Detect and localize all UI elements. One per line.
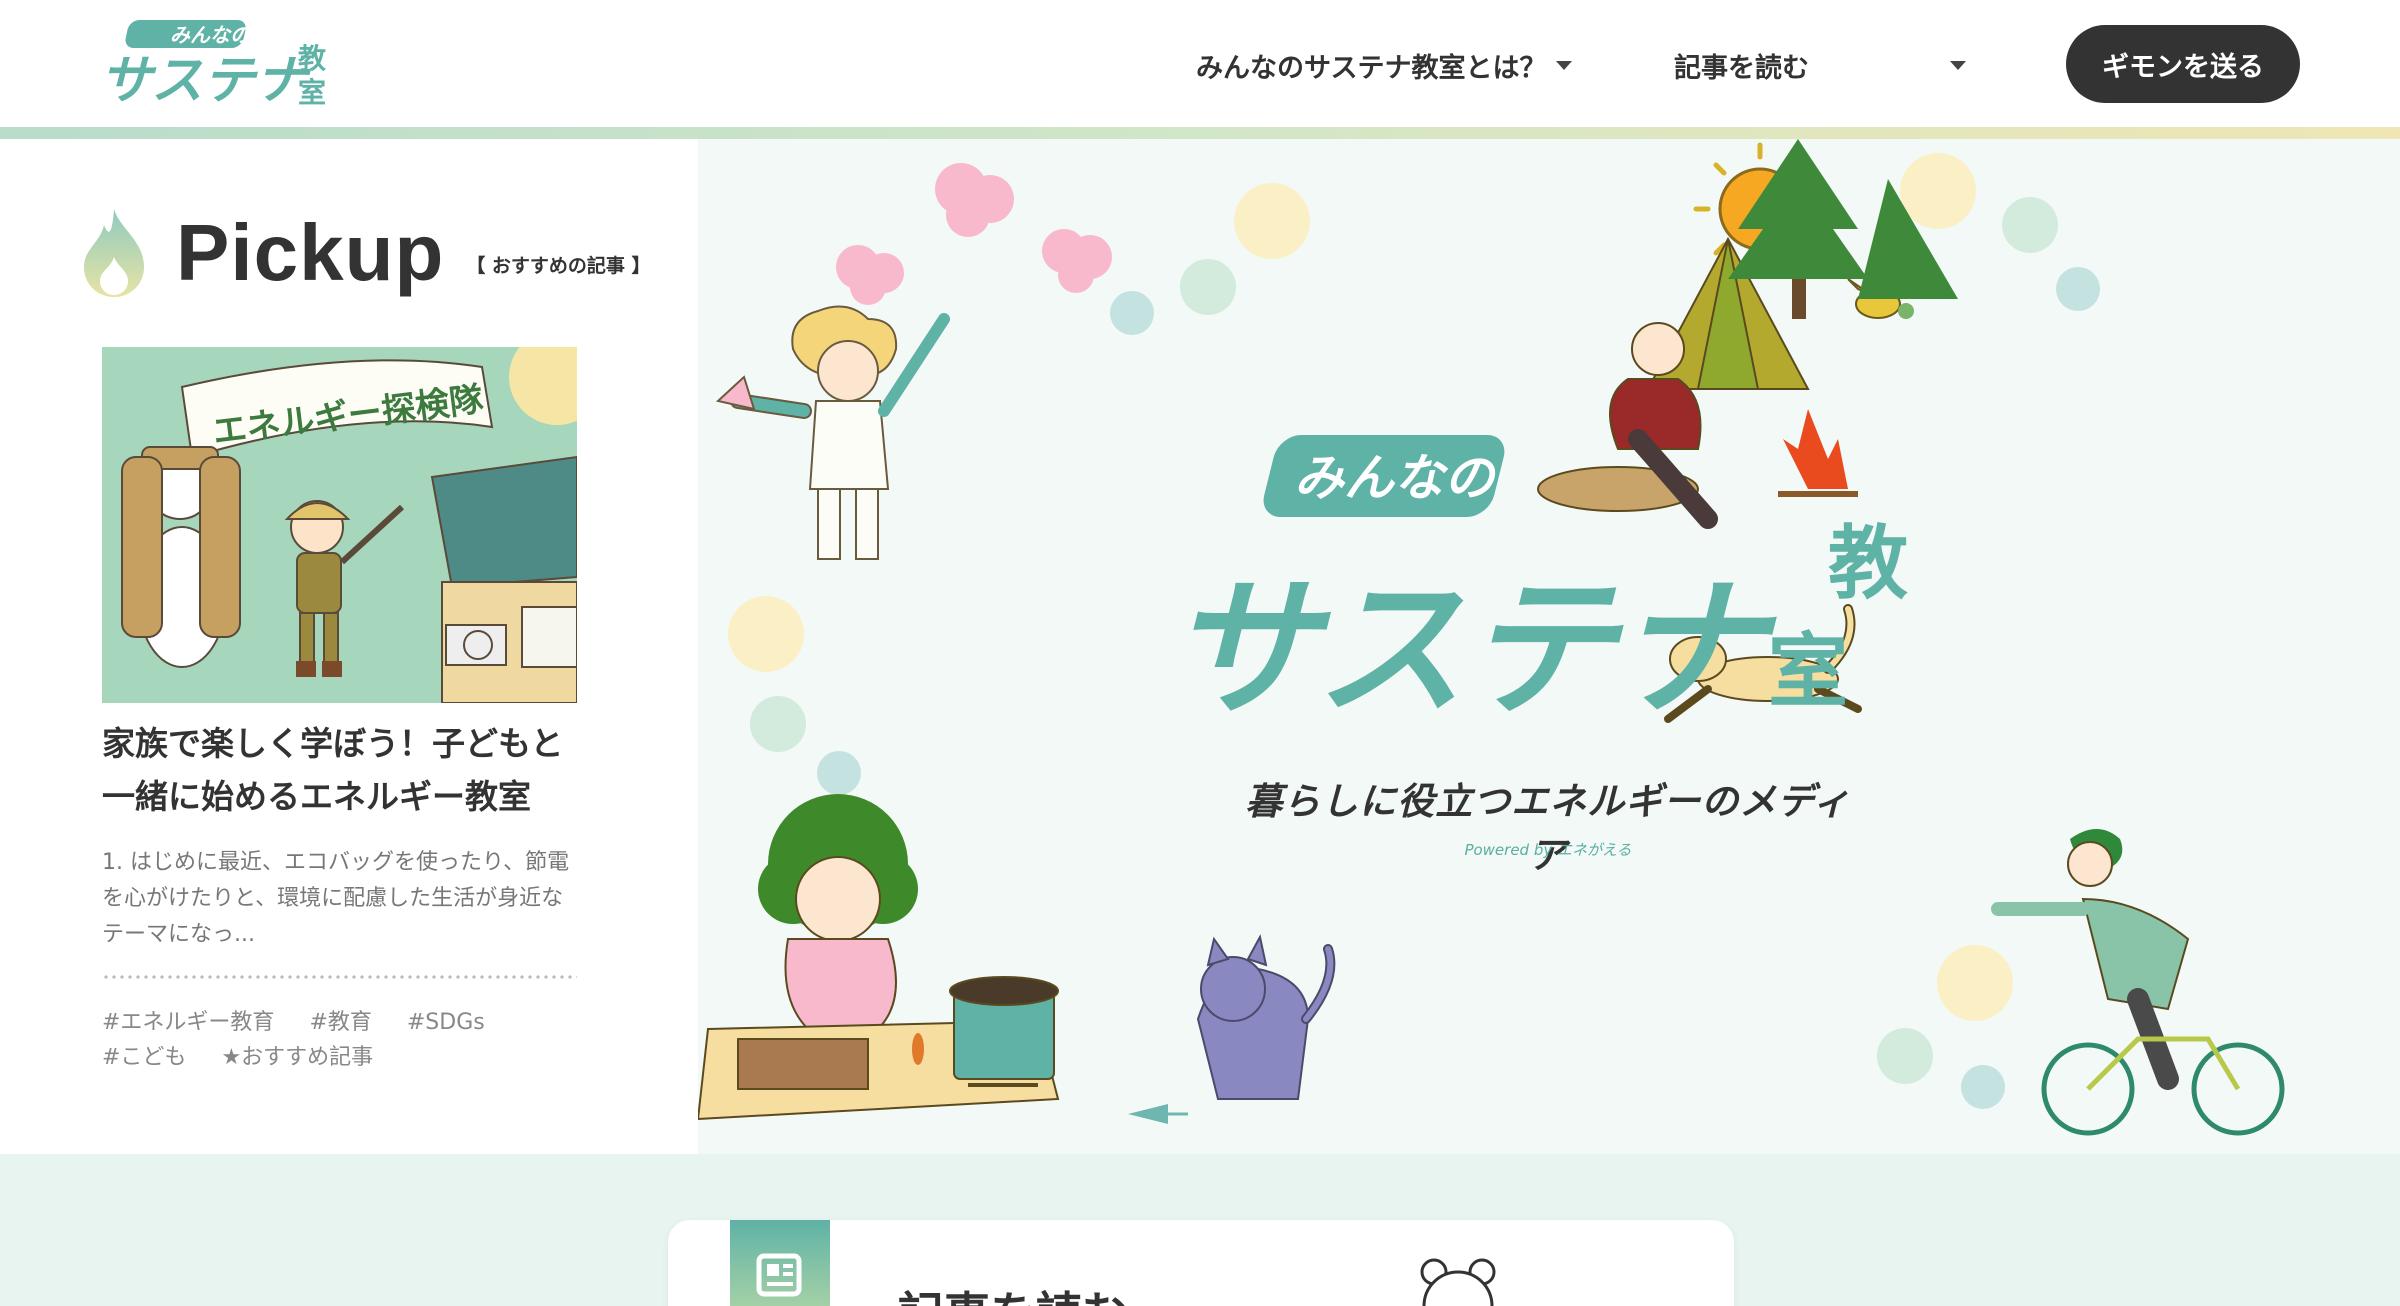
logo-line1: みんなの	[170, 23, 252, 47]
nav-about[interactable]: みんなのサステナ教室とは？	[1196, 40, 1573, 90]
tag-energy-education[interactable]: #エネルギー教育	[102, 1005, 274, 1040]
send-question-label: ギモンを送る	[2102, 51, 2264, 83]
hero-logo: みんなの サステナ 教 室	[1168, 435, 1908, 737]
hero-logo-line1: みんなの	[1294, 449, 1497, 507]
cyclist-illustration	[1991, 829, 2285, 1136]
logo-kanji2: 室	[298, 76, 326, 109]
article-title[interactable]: 家族で楽しく学ぼう！子どもと一緒に始めるエネルギー教室	[102, 717, 592, 823]
article-excerpt: 1. はじめに最近、エコバッグを使ったり、節電を心がけたりと、環境に配慮した生活…	[102, 850, 570, 947]
chevron-down-icon	[1556, 60, 1573, 70]
nav-about-label: みんなのサステナ教室とは？	[1196, 52, 1547, 84]
read-icon-box	[730, 1220, 830, 1306]
tag-sdgs[interactable]: #SDGs	[407, 1005, 485, 1040]
tag-education[interactable]: #教育	[309, 1005, 371, 1040]
dotted-divider	[102, 975, 577, 979]
pickup-heading: Pickup 【 おすすめの記事 】	[78, 205, 651, 301]
send-question-button[interactable]: ギモンを送る	[2066, 25, 2300, 103]
content-section: 記事を読む	[0, 1154, 2400, 1306]
read-articles-card[interactable]: 記事を読む	[668, 1220, 1734, 1306]
flame-icon	[84, 209, 144, 297]
tag-kids[interactable]: #こども	[102, 1040, 186, 1075]
hero-logo-kanji1: 教	[1828, 517, 1908, 610]
logo-line2: サステナ	[100, 51, 312, 110]
read-articles-label: 記事を読む	[898, 1278, 1128, 1306]
hero-logo-line2: サステナ	[1168, 563, 1777, 737]
cat-illustration	[1128, 934, 1336, 1124]
article-tags: #エネルギー教育 #教育 #SDGs #こども ★おすすめ記事	[102, 1005, 602, 1075]
hero-logo-kanji2: 室	[1768, 625, 1848, 718]
pickup-title: Pickup	[176, 208, 445, 297]
tag-recommended[interactable]: ★おすすめ記事	[221, 1040, 373, 1075]
hero-powered-by[interactable]: Powered by エネがえる	[1258, 839, 1838, 860]
scientist-girl-illustration	[715, 163, 1112, 560]
hero-tagline: 暮らしに役立つエネルギーのメディア	[1245, 780, 1851, 877]
nav-read-label: 記事を読む	[1674, 52, 1809, 84]
article-thumbnail[interactable]: エネルギー探検隊	[102, 347, 577, 703]
nav-read-articles[interactable]: 記事を読む	[1674, 40, 1809, 90]
site-header: みんなの サステナ 教 室 みんなのサステナ教室とは？ 記事を読む ギモンを送る	[0, 0, 2400, 127]
pickup-subtitle: 【 おすすめの記事 】	[466, 254, 651, 277]
site-logo[interactable]: みんなの サステナ 教 室	[98, 18, 348, 111]
newspaper-icon	[756, 1253, 802, 1297]
chevron-down-icon	[1950, 60, 1966, 70]
explorer-illustration: エネルギー探検隊	[102, 347, 577, 703]
cooking-girl-illustration	[698, 794, 1060, 1121]
bear-icon	[1420, 1258, 1496, 1306]
hero-banner: みんなの サステナ 教 室 暮らしに役立つエネルギーのメディア Powered …	[698, 139, 2400, 1154]
pickup-panel: Pickup 【 おすすめの記事 】 エネルギー探検隊 家族で楽しく学ぼう！子ど…	[0, 139, 698, 1154]
hero-illustration: みんなの サステナ 教 室	[698, 139, 2285, 1136]
header-gradient-bar	[0, 127, 2400, 139]
nav-dropdown[interactable]	[1950, 40, 1966, 90]
logo-kanji1: 教	[298, 42, 326, 75]
